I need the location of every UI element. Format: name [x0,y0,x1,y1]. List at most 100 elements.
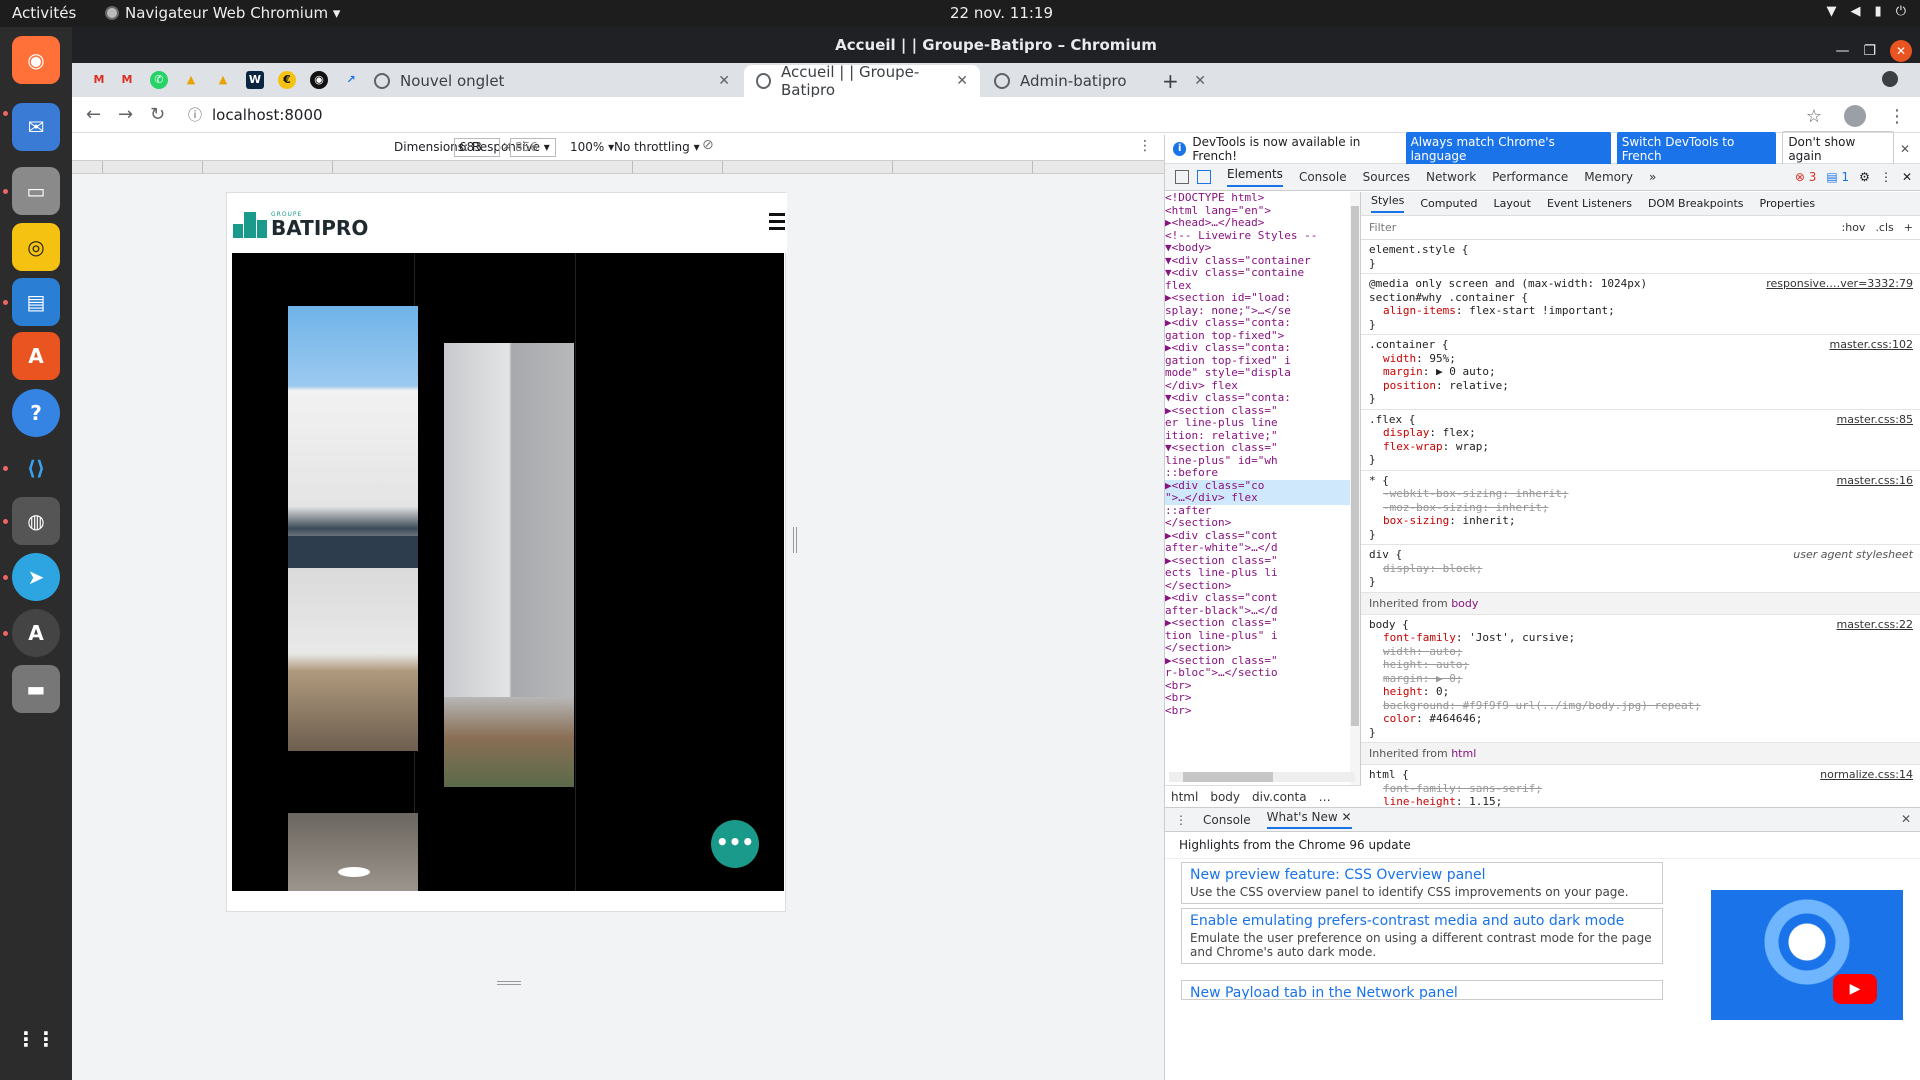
tab-memory[interactable]: Memory [1584,170,1633,184]
css-declaration[interactable]: font-family: 'Jost', cursive; [1369,631,1913,645]
close-infobar-icon[interactable]: ✕ [1900,142,1910,156]
bookmark-icon[interactable]: ↗ [342,71,360,89]
vscode-icon[interactable]: ⟨⟩ [12,444,60,492]
css-declaration[interactable]: display: block; [1369,562,1913,576]
drawer-tab-whats-new[interactable]: What's New ✕ [1266,810,1352,829]
dom-node-line[interactable]: <br> [1165,679,1360,693]
tab-new-tab[interactable]: Nouvel onglet ✕ [362,65,742,97]
css-property-value[interactable]: wrap; [1456,440,1489,453]
media-query-segment[interactable] [202,161,203,173]
device-toolbar-menu-icon[interactable]: ⋮ [1138,138,1152,154]
cls-toggle[interactable]: .cls [1875,221,1893,234]
elements-dom-tree[interactable]: <!DOCTYPE html> <html lang="en"> ▶<head>…<… [1165,192,1361,785]
reload-icon[interactable]: ↻ [150,104,168,125]
media-query-segment[interactable] [722,161,723,173]
css-property-name[interactable]: color [1383,712,1416,725]
css-property-value[interactable]: inherit; [1462,514,1515,527]
css-selector[interactable]: .flex { [1369,413,1913,427]
css-source-link[interactable]: master.css:22 [1837,618,1914,632]
clock[interactable]: 22 nov. 11:19 [950,4,1053,22]
more-tabs-icon[interactable]: » [1649,170,1656,184]
css-source-link[interactable]: master.css:102 [1830,338,1914,352]
css-selector[interactable]: element.style { [1369,243,1913,257]
dom-node-line[interactable]: ▼<body> [1165,241,1360,255]
css-property-name[interactable]: height [1383,685,1423,698]
files-icon[interactable]: ▭ [12,167,60,215]
thunderbird-icon[interactable]: ✉ [12,103,60,151]
inspect-element-icon[interactable] [1175,170,1189,184]
css-property-name[interactable]: -webkit-box-sizing [1383,487,1502,500]
dom-node-line[interactable]: ects line-plus li [1165,566,1360,580]
css-property-name[interactable]: margin [1383,365,1423,378]
news-item[interactable]: New Payload tab in the Network panel [1181,980,1663,1000]
tab-accueil[interactable]: Accueil | | Groupe-Batipro ✕ [744,63,980,99]
address-bar[interactable]: localhost:8000 [212,106,323,124]
css-property-name[interactable]: align-items [1383,304,1456,317]
css-declaration[interactable]: margin: ▶ 0 auto; [1369,365,1913,379]
window-titlebar[interactable]: Accueil | | Groupe-Batipro – Chromium — … [72,27,1920,63]
dom-node-line[interactable]: <!DOCTYPE html> [1165,192,1360,205]
devtools-menu-icon[interactable]: ⋮ [1880,170,1892,184]
dom-node-line[interactable]: ▶<div class="conta: [1165,341,1360,355]
bookmark-icon[interactable]: € [278,71,296,89]
filter-input[interactable]: Filter [1369,221,1396,234]
apps-grid-icon[interactable]: ⋮⋮ [12,1015,60,1063]
dom-node-line[interactable]: ::before [1165,466,1360,480]
css-rule[interactable]: html {normalize.css:14 font-family: sans-… [1361,765,1920,807]
chrome-menu-icon[interactable]: ⋮ [1888,106,1906,127]
css-declaration[interactable]: line-height: 1.15; [1369,795,1913,807]
css-property-value[interactable]: inherit; [1515,487,1568,500]
media-query-segment[interactable] [632,161,633,173]
dom-node-line[interactable]: ▼<section class=" [1165,441,1360,455]
css-property-value[interactable]: 0; [1436,685,1449,698]
css-property-value[interactable]: 95%; [1429,352,1456,365]
css-rule[interactable]: body {master.css:22 font-family: 'Jost', … [1361,615,1920,743]
inherited-tag[interactable]: body [1451,597,1478,610]
height-input[interactable]: 856 [510,138,556,157]
css-property-name[interactable]: position [1383,379,1436,392]
dom-node-line[interactable]: r-bloc">…</sectio [1165,666,1360,680]
tab-layout[interactable]: Layout [1494,197,1531,210]
tab-sources[interactable]: Sources [1363,170,1410,184]
breadcrumb-body[interactable]: body [1210,790,1240,804]
css-source-link[interactable]: master.css:85 [1837,413,1914,427]
dom-node-line[interactable]: </section> [1165,641,1360,655]
dom-node-line[interactable]: ▶<head>…</head> [1165,216,1360,230]
back-icon[interactable]: ← [86,104,104,125]
new-tab-button[interactable]: + [1162,69,1179,93]
css-source-link[interactable]: responsive.…ver=3332:79 [1766,277,1913,291]
css-property-name[interactable]: font-family [1383,631,1456,644]
css-declaration[interactable]: width: auto; [1369,645,1913,659]
css-rule[interactable]: div {user agent stylesheet display: block… [1361,545,1920,593]
css-source-link[interactable]: user agent stylesheet [1793,548,1913,562]
help-icon[interactable]: ? [12,389,60,437]
tab-network[interactable]: Network [1426,170,1476,184]
media-query-segment[interactable] [102,161,103,173]
tab-admin[interactable]: Admin-batipro ✕ [982,65,1218,97]
css-property-value[interactable]: ▶ 0 auto; [1436,365,1496,378]
css-property-name[interactable]: font-family [1383,782,1456,795]
media-query-segment[interactable] [1032,161,1033,173]
css-rule[interactable]: element.style {} [1361,240,1920,274]
close-drawer-icon[interactable]: ✕ [1901,812,1911,826]
width-input[interactable]: 683 [454,138,500,157]
css-property-value[interactable]: block; [1443,562,1483,575]
firefox-icon[interactable]: ◉ [12,36,60,84]
css-rule[interactable]: @media only screen and (max-width: 1024p… [1361,274,1920,335]
throttling-select[interactable]: No throttling ▾ [614,140,700,154]
dom-horizontal-scrollbar[interactable] [1169,772,1355,782]
tab-properties[interactable]: Properties [1760,197,1816,210]
css-property-name[interactable]: margin [1383,672,1423,685]
close-devtools-icon[interactable]: ✕ [1902,170,1912,184]
css-declaration[interactable]: position: relative; [1369,379,1913,393]
gmail-icon[interactable]: M [118,71,136,89]
zoom-select[interactable]: 100% ▾ [570,140,614,154]
bookmark-icon[interactable]: ▲ [182,71,200,89]
bookmark-star-icon[interactable]: ☆ [1806,106,1822,127]
app-menu[interactable]: Navigateur Web Chromium ▾ [105,4,340,22]
news-title[interactable]: New preview feature: CSS Overview panel [1190,867,1654,883]
css-property-value[interactable]: relative; [1449,379,1509,392]
css-rule[interactable]: .flex {master.css:85 display: flex; flex-w… [1361,410,1920,471]
css-declaration[interactable]: height: auto; [1369,658,1913,672]
activities-button[interactable]: Activités [12,4,76,22]
